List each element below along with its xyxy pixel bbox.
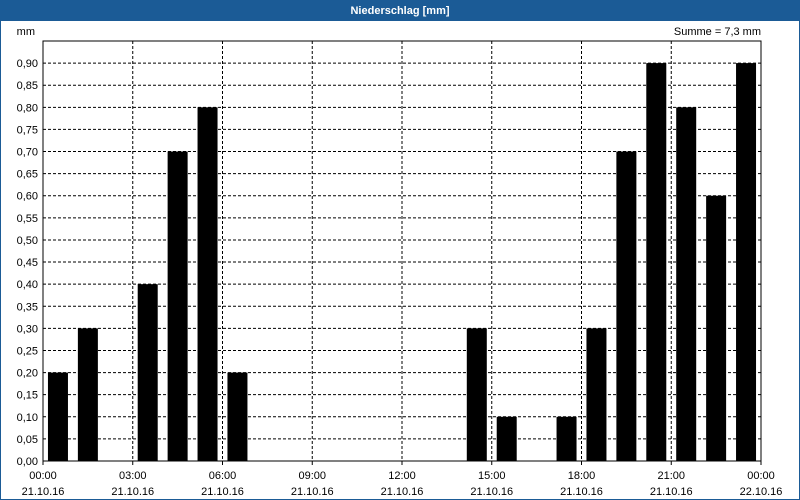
bar — [556, 416, 577, 461]
sum-label: Summe = 7,3 mm — [674, 26, 761, 38]
x-tick-time-label: 18:00 — [568, 470, 596, 482]
y-tick-label: 0,20 — [17, 368, 38, 380]
x-tick-time-label: 21:00 — [657, 470, 685, 482]
y-tick-label: 0,90 — [17, 58, 38, 70]
y-tick-label: 0,70 — [17, 147, 38, 159]
x-tick-time-label: 09:00 — [298, 470, 326, 482]
y-tick-label: 0,10 — [17, 412, 38, 424]
x-tick-date-label: 21.10.16 — [470, 486, 513, 498]
bar — [167, 151, 188, 462]
bar — [736, 63, 757, 462]
bar — [616, 151, 637, 462]
bar — [586, 328, 607, 461]
x-tick-time-label: 00:00 — [29, 470, 57, 482]
y-tick-label: 0,45 — [17, 257, 38, 269]
y-tick-label: 0,55 — [17, 213, 38, 225]
bar — [197, 107, 218, 461]
x-tick-date-label: 21.10.16 — [111, 486, 154, 498]
x-tick-time-label: 12:00 — [388, 470, 416, 482]
x-tick-date-label: 21.10.16 — [201, 486, 244, 498]
x-tick-time-label: 03:00 — [119, 470, 147, 482]
y-tick-label: 0,15 — [17, 390, 38, 402]
x-tick-date-label: 22.10.16 — [740, 486, 783, 498]
y-tick-label: 0,50 — [17, 235, 38, 247]
y-tick-label: 0,25 — [17, 345, 38, 357]
bar — [496, 416, 517, 461]
bar — [646, 63, 667, 462]
y-tick-label: 0,00 — [17, 456, 38, 468]
chart-window: Niederschlag [mm] 0,00 0,05 0,10 0,15 0,20 0,… — [0, 0, 800, 500]
x-tick-time-label: 00:00 — [747, 470, 775, 482]
y-tick-label: 0,85 — [17, 80, 38, 92]
bar — [706, 195, 727, 461]
y-tick-label: 0,80 — [17, 102, 38, 114]
y-tick-label: 0,60 — [17, 191, 38, 203]
y-tick-label: 0,30 — [17, 323, 38, 335]
x-tick-date-label: 21.10.16 — [291, 486, 334, 498]
x-tick-date-label: 21.10.16 — [381, 486, 424, 498]
bar — [137, 284, 158, 461]
x-tick-time-label: 06:00 — [209, 470, 237, 482]
bar — [77, 328, 98, 461]
x-tick-date-label: 21.10.16 — [650, 486, 693, 498]
y-tick-label: 0,75 — [17, 124, 38, 136]
bar — [227, 372, 248, 461]
bar — [47, 372, 68, 461]
x-tick-date-label: 21.10.16 — [22, 486, 65, 498]
y-tick-label: 0,65 — [17, 169, 38, 181]
y-tick-label: 0,35 — [17, 301, 38, 313]
precipitation-chart: 0,00 0,05 0,10 0,15 0,20 0,25 0,30 0,35 0,40 0,45… — [17, 26, 783, 498]
bar — [676, 107, 697, 461]
y-tick-label: 0,40 — [17, 279, 38, 291]
y-tick-label: 0,05 — [17, 434, 38, 446]
x-tick-time-label: 15:00 — [478, 470, 506, 482]
y-axis-unit-label: mm — [17, 26, 35, 38]
bar — [466, 328, 487, 461]
x-tick-date-label: 21.10.16 — [560, 486, 603, 498]
